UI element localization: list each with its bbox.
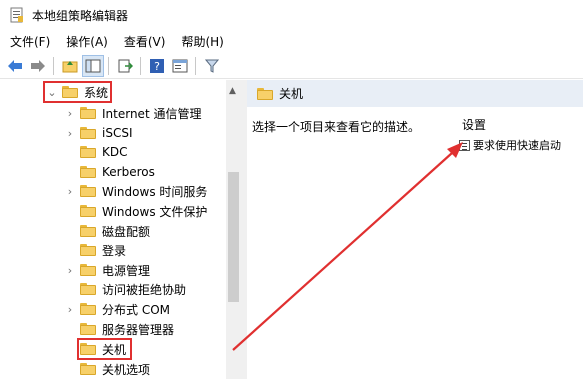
toolbar-separator	[53, 56, 54, 75]
chevron-right-icon[interactable]: ›	[64, 127, 76, 140]
tree-item[interactable]: 登录	[64, 240, 126, 260]
folder-icon	[80, 225, 96, 237]
up-level-button[interactable]	[59, 55, 81, 77]
svg-text:?: ?	[154, 60, 160, 73]
menu-bar: 文件(F) 操作(A) 查看(V) 帮助(H)	[0, 30, 583, 52]
tree-scrollbar[interactable]: ▲	[226, 80, 241, 379]
tree-label: Internet 通信管理	[102, 106, 202, 121]
forward-button[interactable]	[27, 55, 49, 77]
folder-icon	[80, 185, 96, 197]
filter-button[interactable]	[201, 55, 223, 77]
folder-icon	[80, 205, 96, 217]
tree-label: 分布式 COM	[102, 302, 170, 317]
tree-item[interactable]: › 电源管理	[64, 260, 150, 280]
forward-arrow-icon	[31, 59, 45, 72]
back-arrow-icon	[8, 59, 22, 72]
window-title: 本地组策略编辑器	[32, 8, 129, 23]
folder-icon	[80, 264, 96, 276]
up-folder-icon	[62, 60, 78, 72]
tree-label: 电源管理	[102, 263, 151, 278]
help-icon: ?	[150, 58, 164, 73]
tree-label: Windows 时间服务	[102, 184, 208, 199]
scrollbar-thumb[interactable]	[228, 172, 239, 302]
menu-view[interactable]: 查看(V)	[124, 33, 166, 50]
tree-label: 关机选项	[102, 362, 151, 377]
policy-editor-app-icon	[10, 7, 23, 23]
tree-item[interactable]: 访问被拒绝协助	[64, 279, 186, 299]
tree-item[interactable]: 关机选项	[64, 359, 150, 379]
tree-label: 服务器管理器	[102, 322, 175, 337]
export-list-icon	[118, 59, 133, 72]
menu-action[interactable]: 操作(A)	[66, 33, 108, 50]
detail-pane: 关机 选择一个项目来查看它的描述。 设置 要求使用快速启动	[247, 80, 583, 379]
menu-help[interactable]: 帮助(H)	[181, 33, 223, 50]
policy-setting-icon	[459, 139, 470, 151]
folder-icon	[80, 127, 96, 139]
chevron-right-icon[interactable]: ›	[64, 264, 76, 277]
detail-title: 关机	[279, 87, 304, 101]
tree-item[interactable]: › Windows 时间服务	[64, 181, 208, 201]
tree-label: 磁盘配额	[102, 224, 151, 239]
tree-item[interactable]: KDC	[64, 142, 128, 162]
tree-label: 访问被拒绝协助	[102, 282, 187, 297]
help-button[interactable]: ?	[146, 55, 168, 77]
toolbar-separator	[108, 56, 109, 75]
chevron-right-icon[interactable]: ›	[64, 303, 76, 316]
title-bar: 本地组策略编辑器	[0, 0, 583, 30]
description-text: 选择一个项目来查看它的描述。	[252, 120, 421, 134]
properties-pane-icon	[172, 59, 188, 72]
tree-item[interactable]: Windows 文件保护	[64, 201, 207, 221]
tree-label: iSCSI	[102, 126, 133, 140]
folder-icon	[80, 244, 96, 256]
menu-file[interactable]: 文件(F)	[10, 33, 50, 50]
tree-item[interactable]: 磁盘配额	[64, 221, 150, 241]
chevron-right-icon[interactable]: ›	[64, 185, 76, 198]
folder-icon	[80, 166, 96, 178]
highlight-box-shutdown	[77, 338, 132, 360]
settings-column-header[interactable]: 设置	[462, 116, 486, 133]
tree-item[interactable]: 服务器管理器	[64, 319, 174, 339]
folder-icon	[80, 283, 96, 295]
tree-item[interactable]: › iSCSI	[64, 123, 133, 143]
setting-label: 要求使用快速启动	[473, 139, 561, 152]
back-button[interactable]	[4, 55, 26, 77]
tree-label: 登录	[102, 243, 127, 258]
tree-item[interactable]: › Internet 通信管理	[64, 103, 202, 123]
tree-pane: ⌄ 系统 › Internet 通信管理 › iSCSI KDC Kerberos …	[0, 80, 241, 379]
toolbar-separator	[195, 56, 196, 75]
filter-icon	[205, 59, 219, 73]
highlight-box-system	[43, 81, 112, 103]
folder-icon	[80, 107, 96, 119]
properties-button[interactable]	[169, 55, 191, 77]
show-tree-button[interactable]	[82, 54, 104, 77]
folder-icon	[80, 363, 96, 375]
tree-item[interactable]: Kerberos	[64, 162, 155, 182]
export-list-button[interactable]	[114, 55, 136, 77]
folder-icon	[80, 146, 96, 158]
folder-icon	[80, 323, 96, 335]
tree-item[interactable]: › 分布式 COM	[64, 299, 170, 319]
tree-label: Windows 文件保护	[102, 204, 208, 219]
tree-label: KDC	[102, 145, 128, 159]
chevron-right-icon[interactable]: ›	[64, 107, 76, 120]
setting-item[interactable]: 要求使用快速启动	[459, 137, 561, 153]
show-hide-tree-icon	[85, 59, 101, 72]
toolbar: ?	[0, 53, 583, 79]
toolbar-separator	[140, 56, 141, 75]
folder-icon	[257, 87, 273, 100]
scroll-up-icon[interactable]: ▲	[229, 86, 236, 96]
tree-label: Kerberos	[102, 165, 155, 179]
folder-icon	[80, 303, 96, 315]
detail-header: 关机	[247, 80, 583, 107]
